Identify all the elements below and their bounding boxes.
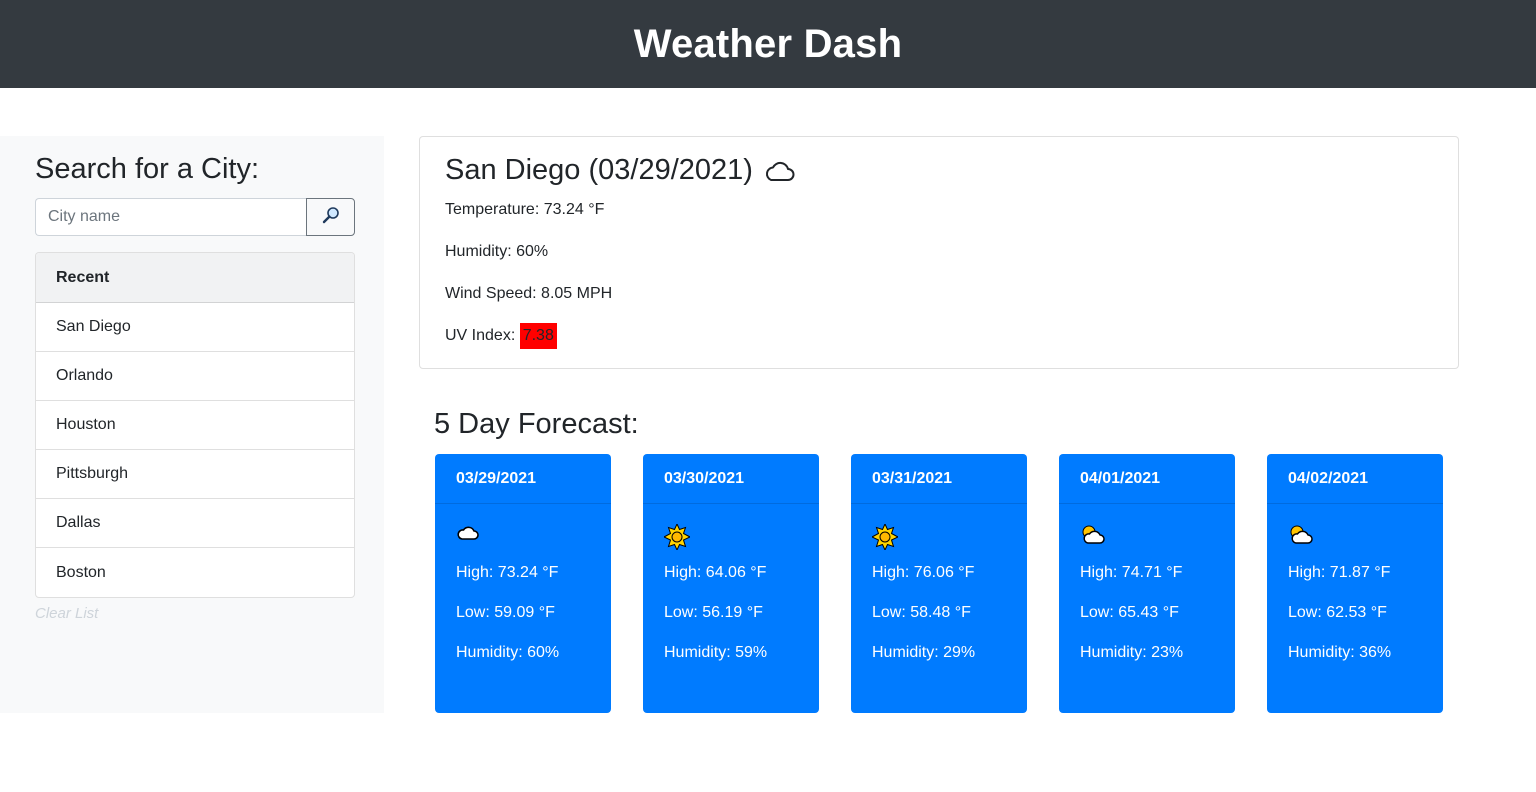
forecast-date: 03/30/2021 <box>643 454 819 504</box>
forecast-low: Low: 58.48 °F <box>872 604 971 621</box>
forecast-high: High: 74.71 °F <box>1080 564 1183 581</box>
forecast-humidity: Humidity: 59% <box>664 644 768 661</box>
forecast-low: Low: 65.43 °F <box>1080 604 1179 621</box>
recent-searches-list: Recent San Diego Orlando Houston Pittsbu… <box>35 252 355 598</box>
cloud-icon <box>456 524 480 547</box>
forecast-card: 03/31/2021 High: 76.06 °F Low: 58.48 °F … <box>851 454 1027 713</box>
forecast-low: Low: 59.09 °F <box>456 604 555 621</box>
forecast-humidity: Humidity: 36% <box>1288 644 1392 661</box>
forecast-humidity: Humidity: 23% <box>1080 644 1184 661</box>
current-humidity: Humidity: 60% <box>445 243 549 260</box>
city-date-heading: San Diego (03/29/2021) <box>445 154 753 186</box>
forecast-card: 04/01/2021 High: 74.71 °F Low: 65.43 °F … <box>1059 454 1235 713</box>
forecast-date: 03/29/2021 <box>435 454 611 504</box>
recent-item[interactable]: San Diego <box>36 303 354 352</box>
current-weather-title: San Diego (03/29/2021) <box>445 154 795 187</box>
uv-index-label: UV Index: <box>445 327 520 344</box>
search-button[interactable] <box>306 198 355 236</box>
forecast-date: 04/01/2021 <box>1059 454 1235 504</box>
sun-icon <box>870 522 900 555</box>
forecast-high: High: 71.87 °F <box>1288 564 1391 581</box>
search-sidebar: Search for a City: Recent San Diego Orla… <box>0 136 384 713</box>
app-header: Weather Dash <box>0 0 1536 88</box>
recent-item[interactable]: Boston <box>36 548 354 597</box>
current-weather-card: San Diego (03/29/2021) Temperature: 73.2… <box>419 136 1459 369</box>
forecast-date: 03/31/2021 <box>851 454 1027 504</box>
forecast-low: Low: 56.19 °F <box>664 604 763 621</box>
recent-item[interactable]: Dallas <box>36 499 354 548</box>
forecast-humidity: Humidity: 29% <box>872 644 976 661</box>
forecast-high: High: 64.06 °F <box>664 564 767 581</box>
recent-item[interactable]: Orlando <box>36 352 354 401</box>
recent-item[interactable]: Houston <box>36 401 354 450</box>
recent-item[interactable]: Pittsburgh <box>36 450 354 499</box>
clear-list-link[interactable]: Clear List <box>35 605 98 622</box>
sun-icon <box>662 522 692 555</box>
forecast-date: 04/02/2021 <box>1267 454 1443 504</box>
forecast-card: 03/29/2021 High: 73.24 °F Low: 59.09 °F … <box>435 454 611 713</box>
recent-header: Recent <box>36 253 354 303</box>
search-icon <box>322 206 340 229</box>
forecast-card: 03/30/2021 High: 64.06 °F Low: 56.19 °F … <box>643 454 819 713</box>
search-heading: Search for a City: <box>35 153 260 185</box>
partly-cloudy-icon <box>1080 524 1106 551</box>
forecast-card: 04/02/2021 High: 71.87 °F Low: 62.53 °F … <box>1267 454 1443 713</box>
current-uv-index: UV Index: 7.38 <box>445 323 557 349</box>
partly-cloudy-icon <box>1288 524 1314 551</box>
forecast-heading: 5 Day Forecast: <box>434 408 639 440</box>
search-group <box>35 198 355 236</box>
forecast-low: Low: 62.53 °F <box>1288 604 1387 621</box>
cloud-icon <box>763 160 795 182</box>
city-search-input[interactable] <box>35 198 306 236</box>
app-title: Weather Dash <box>633 21 903 66</box>
forecast-humidity: Humidity: 60% <box>456 644 560 661</box>
uv-index-badge: 7.38 <box>519 323 557 349</box>
forecast-high: High: 76.06 °F <box>872 564 975 581</box>
current-wind-speed: Wind Speed: 8.05 MPH <box>445 285 613 302</box>
current-temperature: Temperature: 73.24 °F <box>445 201 605 218</box>
forecast-high: High: 73.24 °F <box>456 564 559 581</box>
